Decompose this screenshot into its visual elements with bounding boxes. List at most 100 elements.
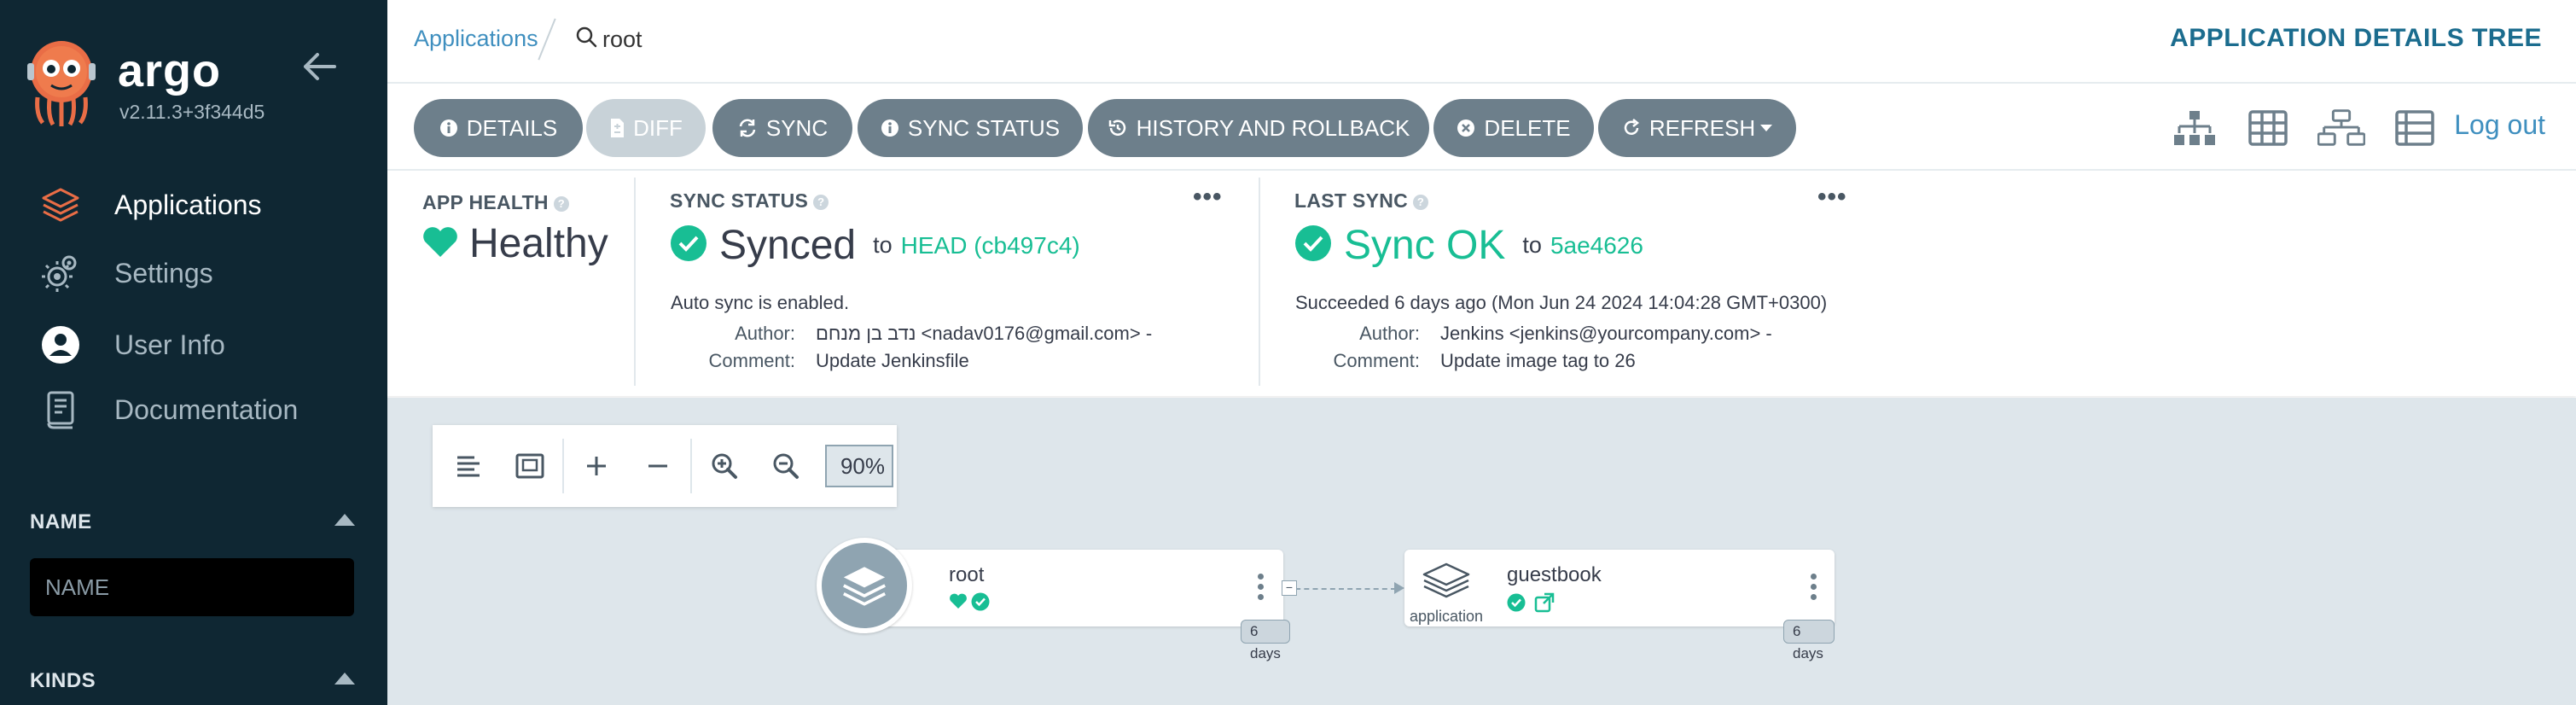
collapse-kinds-filter-caret-icon[interactable]: [334, 673, 355, 685]
sync-status-more-menu-icon[interactable]: •••: [1193, 183, 1223, 212]
last-sync-more-menu-icon[interactable]: •••: [1817, 183, 1847, 212]
root-app-layers-icon: [817, 538, 912, 633]
details-button-label: DETAILS: [466, 114, 558, 141]
zoom-out-icon[interactable]: [755, 435, 817, 497]
info-circle-icon: [881, 119, 899, 137]
root-app-node[interactable]: root 6 days: [865, 550, 1290, 661]
graph-toolbar: 90%: [433, 425, 897, 507]
align-left-icon[interactable]: [438, 435, 499, 497]
app-health-status: Healthy: [422, 220, 608, 267]
delete-button[interactable]: DELETE: [1433, 99, 1594, 157]
sync-arrows-icon: [737, 118, 758, 138]
action-toolbar: DETAILS DIFF SYNC SYNC STATUS HISTORY AN…: [387, 84, 2576, 171]
divider: [562, 439, 564, 493]
sync-button[interactable]: SYNC: [712, 99, 852, 157]
history-and-rollback-button[interactable]: HISTORY AND ROLLBACK: [1088, 99, 1429, 157]
heart-icon: [949, 592, 968, 615]
check-circle-icon: [670, 224, 707, 266]
details-button[interactable]: DETAILS: [414, 99, 583, 157]
last-sync-to-label: to: [1522, 232, 1542, 258]
node-more-menu-icon[interactable]: [1258, 574, 1265, 604]
breadcrumb-current[interactable]: root: [575, 26, 643, 54]
check-circle-icon: [971, 592, 990, 615]
sidebar-item-label: Applications: [114, 189, 262, 220]
last-sync-value-row: Sync OK to 5ae4626: [1294, 222, 1643, 269]
divider: [690, 439, 692, 493]
node-status-icons: [1507, 592, 1555, 617]
grid-icon[interactable]: [2244, 104, 2292, 152]
argo-logo-icon[interactable]: [26, 38, 97, 126]
sitemap-icon[interactable]: [2171, 104, 2218, 152]
graph-edge-arrow: [1394, 582, 1404, 594]
sidebar-item-settings[interactable]: Settings: [39, 248, 213, 299]
sidebar-item-documentation[interactable]: Documentation: [39, 384, 298, 435]
info-circle-icon: [439, 119, 458, 137]
application-layers-icon: [1422, 562, 1471, 607]
heart-icon: [422, 224, 459, 263]
sidebar-item-label: User Info: [114, 329, 225, 360]
auto-sync-text: Auto sync is enabled.: [671, 292, 850, 313]
breadcrumb-current-label: root: [602, 26, 643, 52]
guestbook-app-node[interactable]: application guestbook 6 days: [1404, 550, 1835, 661]
layers-icon: [39, 184, 82, 226]
sync-to-label: to: [873, 232, 893, 258]
sync-button-label: SYNC: [765, 114, 829, 141]
node-age-badge: 6 days: [1783, 620, 1835, 661]
history-icon: [1108, 118, 1128, 138]
fit-to-screen-icon[interactable]: [499, 435, 561, 497]
sync-comment-row: Comment: Update Jenkinsfile: [708, 350, 969, 371]
delete-button-label: DELETE: [1484, 114, 1571, 141]
caret-down-icon: [1760, 125, 1773, 131]
collapse-children-button[interactable]: −: [1282, 580, 1297, 596]
sync-status-value-row: Synced to HEAD (cb497c4): [670, 222, 1080, 269]
resource-graph[interactable]: 90% root 6 days − application guestbook …: [387, 398, 2576, 705]
history-button-label: HISTORY AND ROLLBACK: [1136, 114, 1410, 141]
sync-status-button[interactable]: SYNC STATUS: [858, 99, 1083, 157]
breadcrumb-separator: [538, 18, 556, 61]
filter-name-title: NAME: [30, 510, 92, 533]
breadcrumb-applications-link[interactable]: Applications: [414, 26, 538, 52]
redo-icon: [1622, 119, 1641, 137]
node-name: guestbook: [1507, 563, 1602, 586]
sync-revision-link[interactable]: HEAD (cb497c4): [901, 232, 1080, 259]
node-status-icons: [949, 592, 990, 615]
divider: [634, 178, 636, 386]
refresh-button[interactable]: REFRESH: [1598, 99, 1796, 157]
external-link-icon[interactable]: [1534, 592, 1555, 617]
help-icon[interactable]: ?: [1413, 194, 1429, 210]
filter-kinds-title: KINDS: [30, 669, 96, 692]
network-icon[interactable]: [2317, 104, 2365, 152]
last-sync-comment-value: Update image tag to 26: [1440, 350, 1636, 371]
sync-author-value: נדב בן מנחם <nadav0176@gmail.com> -: [816, 323, 1153, 344]
last-sync-revision-link[interactable]: 5ae4626: [1550, 232, 1643, 259]
last-sync-succeeded-text: Succeeded 6 days ago (Mon Jun 24 2024 14…: [1295, 292, 1828, 313]
list-icon[interactable]: [2391, 104, 2439, 152]
help-icon[interactable]: ?: [553, 195, 569, 212]
collapse-name-filter-caret-icon[interactable]: [334, 514, 355, 526]
expand-plus-icon[interactable]: [566, 435, 627, 497]
file-diff-icon: [609, 118, 625, 138]
name-filter-input[interactable]: [30, 558, 354, 616]
view-switcher: [2171, 104, 2464, 152]
sidebar-item-user-info[interactable]: User Info: [39, 319, 225, 370]
zoom-in-icon[interactable]: [694, 435, 755, 497]
last-sync-label: LAST SYNC?: [1294, 189, 1429, 213]
book-icon: [39, 388, 82, 431]
times-circle-icon: [1457, 119, 1475, 137]
collapse-sidebar-arrow-icon[interactable]: [302, 48, 336, 90]
zoom-level-field[interactable]: 90%: [825, 445, 893, 487]
sidebar-item-applications[interactable]: Applications: [39, 179, 262, 230]
diff-button[interactable]: DIFF: [586, 99, 706, 157]
sync-status-button-label: SYNC STATUS: [907, 114, 1061, 141]
logout-link[interactable]: Log out: [2454, 109, 2545, 141]
search-icon: [575, 26, 602, 54]
sync-status-value: Synced: [719, 223, 857, 268]
sidebar-item-label: Settings: [114, 257, 213, 288]
help-icon[interactable]: ?: [813, 194, 829, 210]
collapse-minus-icon[interactable]: [627, 435, 689, 497]
last-sync-comment-row: Comment: Update image tag to 26: [1333, 350, 1636, 371]
node-more-menu-icon[interactable]: [1811, 574, 1817, 604]
brand-name: argo: [118, 45, 222, 96]
last-sync-author-row: Author: Jenkins <jenkins@yourcompany.com…: [1359, 323, 1772, 344]
version-label: v2.11.3+3f344d5: [119, 101, 265, 123]
